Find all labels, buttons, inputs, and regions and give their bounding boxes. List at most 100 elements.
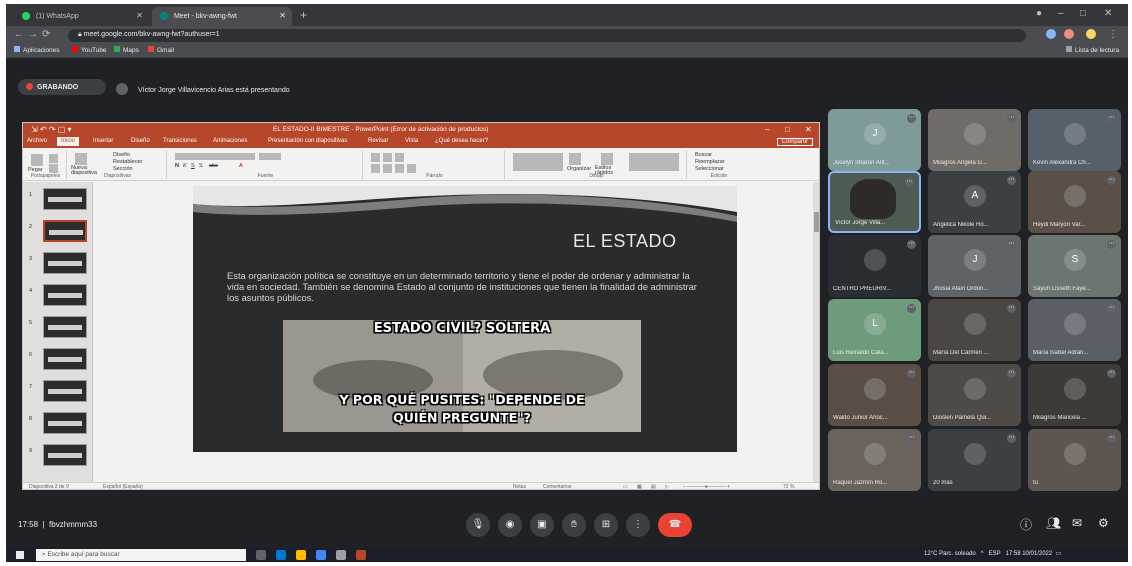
tab-transiciones[interactable]: Transiciones bbox=[163, 138, 197, 144]
participant-tile[interactable]: ⋯ CENTRO PREURIV... bbox=[828, 235, 921, 297]
weather-widget[interactable]: 12°C Parc. soleado bbox=[924, 551, 976, 557]
zoom-slider[interactable]: – ─────●───── + bbox=[683, 484, 730, 489]
slide-thumbnail[interactable] bbox=[43, 316, 87, 338]
slide-thumbnail[interactable] bbox=[43, 380, 87, 402]
captions-button[interactable]: ▣ bbox=[530, 513, 554, 537]
italic-icon[interactable]: K bbox=[183, 163, 187, 169]
participant-tile[interactable]: ⋯ Raquel Jazmín Ro... bbox=[828, 429, 921, 491]
tab-presentacion[interactable]: Presentación con diapositivas bbox=[268, 138, 347, 144]
bookmark-youtube[interactable]: YouTube bbox=[72, 46, 107, 54]
align-right-icon[interactable] bbox=[395, 164, 404, 173]
reading-list[interactable]: Lista de lectura bbox=[1066, 46, 1119, 54]
slide-thumbnail[interactable] bbox=[43, 188, 87, 210]
language-indicator[interactable]: Español (España) bbox=[103, 484, 143, 489]
arrange-button[interactable]: Organizar bbox=[567, 166, 591, 172]
indent-icon[interactable] bbox=[395, 153, 404, 162]
normal-view-icon[interactable]: ▭ bbox=[623, 484, 628, 489]
participant-tile[interactable]: J ⋯ Jhosia Alain Ordóñ... bbox=[928, 235, 1021, 297]
share-button[interactable]: Compartir bbox=[776, 138, 813, 146]
zoom-level[interactable]: 72 % bbox=[783, 484, 794, 489]
minimize-button[interactable]: – bbox=[765, 125, 769, 134]
vertical-scrollbar[interactable] bbox=[813, 182, 819, 482]
shape-format-options[interactable] bbox=[629, 153, 679, 171]
participant-tile[interactable]: ⋯ tú bbox=[1028, 429, 1121, 491]
participant-tile[interactable]: ⋯ María Del Carmen ... bbox=[928, 299, 1021, 361]
clock-date[interactable]: 10/01/2022 bbox=[1022, 551, 1052, 557]
slide-thumbnail-selected[interactable] bbox=[43, 220, 87, 242]
maximize-button[interactable]: □ bbox=[1080, 8, 1086, 19]
shadow-icon[interactable]: S bbox=[199, 163, 203, 169]
participant-tile[interactable]: ⋯ Milagros Maricela ... bbox=[1028, 364, 1121, 426]
activities-icon[interactable]: ⚙︎ bbox=[1098, 516, 1109, 530]
extension-icon[interactable] bbox=[1064, 29, 1074, 39]
raise-hand-button[interactable]: ✋︎ bbox=[562, 513, 586, 537]
justify-icon[interactable] bbox=[407, 164, 416, 173]
participant-tile[interactable]: ⋯ Waldo Junior Anoc... bbox=[828, 364, 921, 426]
people-icon[interactable]: 👥︎ bbox=[1046, 516, 1061, 530]
tab-revisar[interactable]: Revisar bbox=[368, 138, 388, 144]
kebab-menu-icon[interactable]: ⋮ bbox=[1108, 29, 1118, 40]
slide-thumbnail[interactable] bbox=[43, 252, 87, 274]
notes-button[interactable]: Notas bbox=[513, 484, 526, 489]
tab-animaciones[interactable]: Animaciones bbox=[213, 138, 247, 144]
font-size-select[interactable] bbox=[259, 153, 281, 160]
profile-icon[interactable]: ● bbox=[1036, 8, 1042, 19]
microphone-button[interactable]: 🎙︎ bbox=[466, 513, 490, 537]
recording-badge[interactable]: GRABANDO bbox=[18, 79, 106, 95]
font-name-select[interactable] bbox=[175, 153, 255, 160]
reload-button[interactable]: ⟳ bbox=[42, 29, 50, 40]
participant-tile[interactable]: ⋯ Kevin Alexandra Ch... bbox=[1028, 109, 1121, 171]
bookmark-maps[interactable]: Maps bbox=[114, 46, 139, 54]
tab-whatsapp[interactable]: (1) WhatsApp ✕ bbox=[14, 7, 149, 26]
extension-icon[interactable] bbox=[1046, 29, 1056, 39]
tab-vista[interactable]: Vista bbox=[405, 138, 418, 144]
bullets-icon[interactable] bbox=[371, 153, 380, 162]
tab-meet[interactable]: Meet - bkv-awng-fwt ✕ bbox=[152, 7, 292, 26]
cut-icon[interactable] bbox=[49, 154, 58, 163]
clock-time[interactable]: 17:58 bbox=[1006, 551, 1021, 557]
comments-button[interactable]: Comentarios bbox=[543, 484, 571, 489]
close-window-button[interactable]: ✕ bbox=[805, 125, 812, 134]
underline-icon[interactable]: S bbox=[191, 163, 195, 169]
sorter-view-icon[interactable]: ▦ bbox=[637, 484, 642, 489]
section-button[interactable]: Sección bbox=[113, 166, 133, 172]
camera-button[interactable]: ◉ bbox=[498, 513, 522, 537]
close-tab-icon[interactable]: ✕ bbox=[136, 11, 143, 20]
copy-icon[interactable] bbox=[49, 164, 58, 173]
forward-button[interactable]: → bbox=[28, 29, 38, 40]
participant-tile[interactable]: J ⋯ Jocelyn Sharon Ant... bbox=[828, 109, 921, 171]
layout-button[interactable]: Diseño bbox=[113, 152, 130, 158]
current-slide[interactable]: EL ESTADO Esta organización política se … bbox=[193, 186, 737, 452]
avatar[interactable] bbox=[1086, 29, 1096, 39]
quick-access-toolbar[interactable]: ⇲ ↶ ↷ ▢ ▾ bbox=[31, 125, 72, 134]
store-icon[interactable] bbox=[336, 550, 346, 560]
reset-button[interactable]: Restablecer bbox=[113, 159, 142, 165]
chat-icon[interactable]: ✉︎ bbox=[1072, 516, 1082, 530]
participant-tile[interactable]: ⋯ Víctor Jorge Villa... bbox=[828, 171, 921, 233]
participant-tile[interactable]: L ⋯ Luis Reinaldo Cata... bbox=[828, 299, 921, 361]
align-center-icon[interactable] bbox=[383, 164, 392, 173]
file-explorer-icon[interactable] bbox=[296, 550, 306, 560]
tell-me-search[interactable]: ¿Qué desea hacer? bbox=[435, 138, 488, 144]
task-view-icon[interactable] bbox=[256, 550, 266, 560]
edge-icon[interactable] bbox=[276, 550, 286, 560]
font-color-icon[interactable]: A bbox=[239, 163, 243, 169]
align-left-icon[interactable] bbox=[371, 164, 380, 173]
new-tab-button[interactable]: + bbox=[300, 8, 307, 22]
slide-thumbnail[interactable] bbox=[43, 284, 87, 306]
more-options-button[interactable]: ⋮ bbox=[626, 513, 650, 537]
participant-tile[interactable]: ⋯ 20 más bbox=[928, 429, 1021, 491]
hang-up-button[interactable]: ☎︎ bbox=[658, 513, 692, 537]
chrome-icon[interactable] bbox=[316, 550, 326, 560]
notifications-icon[interactable]: ▭ bbox=[1054, 551, 1062, 557]
participant-tile[interactable]: ⋯ Dioslen Pamela Qui... bbox=[928, 364, 1021, 426]
maximize-button[interactable]: □ bbox=[785, 125, 790, 134]
slide-thumbnail[interactable] bbox=[43, 412, 87, 434]
close-tab-icon[interactable]: ✕ bbox=[279, 11, 286, 20]
bookmark-apps[interactable]: Aplicaciones bbox=[14, 46, 60, 54]
select-button[interactable]: Seleccionar bbox=[695, 166, 724, 172]
tab-archivo[interactable]: Archivo bbox=[27, 138, 47, 144]
close-window-button[interactable]: ✕ bbox=[1104, 8, 1112, 19]
bold-icon[interactable]: N bbox=[175, 163, 179, 169]
strikethrough-icon[interactable]: abc bbox=[209, 163, 218, 169]
